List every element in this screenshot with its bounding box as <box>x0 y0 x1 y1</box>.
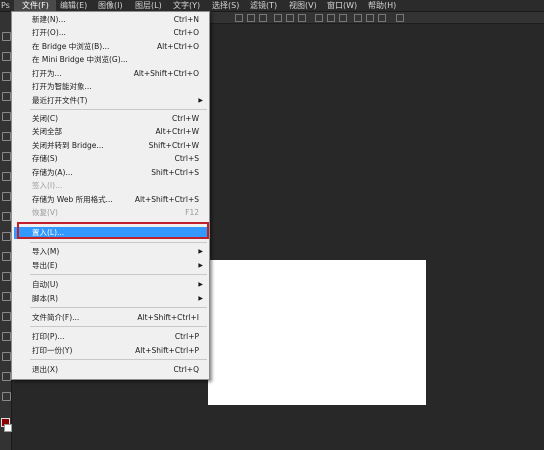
menu-help[interactable]: 帮助(H) <box>368 0 396 11</box>
distribute-right-icon[interactable] <box>378 14 386 22</box>
blur-tool-icon[interactable] <box>2 272 11 281</box>
menu-file[interactable]: 文件(F) <box>14 0 56 11</box>
menu-window[interactable]: 窗口(W) <box>327 0 357 11</box>
menu-item-exit[interactable]: 退出(X) Ctrl+Q <box>14 364 207 376</box>
distribute-left-icon[interactable] <box>354 14 362 22</box>
menu-item-import[interactable]: 导入(M) ▶ <box>14 246 207 258</box>
distribute-middle-icon[interactable] <box>327 14 335 22</box>
menu-item-export[interactable]: 导出(E) ▶ <box>14 260 207 272</box>
eraser-tool-icon[interactable] <box>2 232 11 241</box>
menu-separator <box>30 359 207 360</box>
gradient-tool-icon[interactable] <box>2 252 11 261</box>
submenu-arrow-icon: ▶ <box>198 281 203 288</box>
pen-tool-icon[interactable] <box>2 312 11 321</box>
menu-edit[interactable]: 编辑(E) <box>60 0 87 11</box>
lasso-tool-icon[interactable] <box>2 72 11 81</box>
menu-separator <box>30 242 207 243</box>
menu-item-open[interactable]: 打开(O)... Ctrl+O <box>14 27 207 39</box>
menu-view[interactable]: 视图(V) <box>289 0 317 11</box>
menu-item-file-info[interactable]: 文件简介(F)... Alt+Shift+Ctrl+I <box>14 312 207 324</box>
submenu-arrow-icon: ▶ <box>198 97 203 104</box>
menu-item-scripts[interactable]: 脚本(R) ▶ <box>14 293 207 305</box>
menu-item-print-one-copy[interactable]: 打印一份(Y) Alt+Shift+Ctrl+P <box>14 345 207 357</box>
align-left-icon[interactable] <box>274 14 282 22</box>
crop-tool-icon[interactable] <box>2 112 11 121</box>
file-menu-dropdown: 新建(N)... Ctrl+N 打开(O)... Ctrl+O 在 Bridge 中… <box>11 11 210 380</box>
background-color-swatch[interactable] <box>4 424 12 432</box>
submenu-arrow-icon: ▶ <box>198 248 203 255</box>
marquee-tool-icon[interactable] <box>2 52 11 61</box>
dodge-tool-icon[interactable] <box>2 292 11 301</box>
align-middle-icon[interactable] <box>247 14 255 22</box>
annotation-highlight-box <box>17 222 209 239</box>
hand-tool-icon[interactable] <box>2 392 11 401</box>
path-select-tool-icon[interactable] <box>2 352 11 361</box>
eyedropper-tool-icon[interactable] <box>2 132 11 141</box>
menu-item-print[interactable]: 打印(P)... Ctrl+P <box>14 331 207 343</box>
auto-align-icon[interactable] <box>396 14 404 22</box>
align-top-icon[interactable] <box>235 14 243 22</box>
menu-item-save[interactable]: 存储(S) Ctrl+S <box>14 153 207 165</box>
quick-select-tool-icon[interactable] <box>2 92 11 101</box>
menu-filter[interactable]: 滤镜(T) <box>250 0 277 11</box>
menu-item-new[interactable]: 新建(N)... Ctrl+N <box>14 14 207 26</box>
menu-item-browse-mini-bridge[interactable]: 在 Mini Bridge 中浏览(G)... <box>14 54 207 66</box>
submenu-arrow-icon: ▶ <box>198 295 203 302</box>
menu-item-save-as[interactable]: 存储为(A)... Shift+Ctrl+S <box>14 167 207 179</box>
menu-item-close-all[interactable]: 关闭全部 Alt+Ctrl+W <box>14 126 207 138</box>
brush-tool-icon[interactable] <box>2 172 11 181</box>
menu-item-recent-files[interactable]: 最近打开文件(T) ▶ <box>14 95 207 107</box>
menu-item-open-as[interactable]: 打开为... Alt+Shift+Ctrl+O <box>14 68 207 80</box>
healing-brush-tool-icon[interactable] <box>2 152 11 161</box>
distribute-center-icon[interactable] <box>366 14 374 22</box>
document-canvas[interactable] <box>208 260 426 405</box>
align-bottom-icon[interactable] <box>259 14 267 22</box>
distribute-bottom-icon[interactable] <box>339 14 347 22</box>
menu-image[interactable]: 图像(I) <box>98 0 123 11</box>
menu-item-revert: 恢复(V) F12 <box>32 208 199 217</box>
menu-layer[interactable]: 图层(L) <box>135 0 162 11</box>
menu-item-close-go-bridge[interactable]: 关闭并转到 Bridge... Shift+Ctrl+W <box>14 140 207 152</box>
menu-select[interactable]: 选择(S) <box>212 0 239 11</box>
type-tool-icon[interactable] <box>2 332 11 341</box>
move-tool-icon[interactable] <box>2 32 11 41</box>
menu-separator <box>30 109 207 110</box>
menu-type[interactable]: 文字(Y) <box>173 0 200 11</box>
menu-item-close[interactable]: 关闭(C) Ctrl+W <box>14 113 207 125</box>
submenu-arrow-icon: ▶ <box>198 262 203 269</box>
menu-separator <box>30 274 207 275</box>
align-right-icon[interactable] <box>298 14 306 22</box>
menu-item-save-for-web[interactable]: 存储为 Web 所用格式... Alt+Shift+Ctrl+S <box>14 194 207 206</box>
menu-separator <box>30 326 207 327</box>
distribute-top-icon[interactable] <box>315 14 323 22</box>
app-logo: Ps <box>1 1 10 10</box>
history-brush-tool-icon[interactable] <box>2 212 11 221</box>
align-center-icon[interactable] <box>286 14 294 22</box>
menu-item-browse-bridge[interactable]: 在 Bridge 中浏览(B)... Alt+Ctrl+O <box>14 41 207 53</box>
menu-item-open-as-smart-object[interactable]: 打开为智能对象... <box>14 81 207 93</box>
clone-stamp-tool-icon[interactable] <box>2 192 11 201</box>
menu-item-check-in: 签入(I)... <box>32 181 63 190</box>
shape-tool-icon[interactable] <box>2 372 11 381</box>
menu-item-automate[interactable]: 自动(U) ▶ <box>14 279 207 291</box>
menu-separator <box>30 307 207 308</box>
